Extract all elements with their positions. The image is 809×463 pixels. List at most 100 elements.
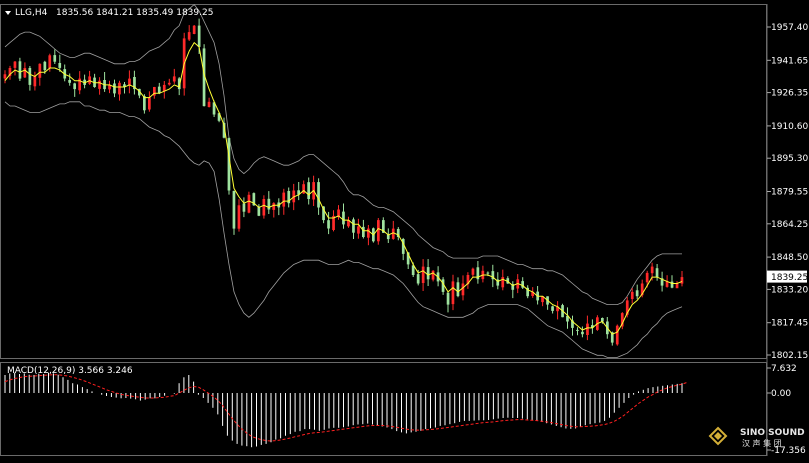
price-axis: 1957.40 1941.65 1926.35 1910.60 1895.30 1879.… — [767, 23, 808, 361]
macd-panel-border — [0, 362, 767, 456]
candle-body — [367, 228, 370, 238]
candle-body — [670, 281, 674, 288]
candle-body — [237, 205, 241, 229]
candle-body — [167, 82, 171, 85]
candle-body — [282, 192, 286, 207]
candle-body — [28, 68, 32, 85]
candle-body — [680, 277, 684, 284]
macd-tick-label: 0.00 — [771, 389, 791, 399]
signal-line — [4, 374, 687, 442]
price-tick-label: 1802.15 — [771, 351, 808, 361]
current-price-tag: 1839.25 — [767, 270, 808, 283]
candle-body — [143, 96, 146, 111]
price-panel-border — [0, 4, 767, 359]
price-tick-label: 1941.65 — [771, 56, 808, 66]
candle-body — [197, 25, 201, 47]
symbol-dropdown-icon[interactable] — [5, 11, 11, 15]
price-tick-label: 1833.20 — [771, 285, 808, 295]
candle-body — [98, 80, 101, 89]
candle-body — [118, 82, 121, 95]
candle-body — [431, 270, 435, 280]
candle-body — [456, 282, 460, 297]
candle-body — [38, 63, 42, 78]
candle-body — [581, 331, 584, 335]
candle-body — [461, 283, 465, 296]
candle-body — [272, 203, 276, 210]
candle-body — [48, 55, 52, 69]
candle-body — [247, 194, 251, 213]
candle-body — [68, 80, 71, 83]
candle-body — [501, 277, 505, 288]
symbol-label: LLG,H4 — [15, 8, 48, 18]
price-tick-label: 1957.40 — [771, 23, 808, 33]
candle-body — [486, 272, 490, 274]
candle-body — [645, 272, 649, 283]
candle-body — [33, 76, 37, 87]
candle-body — [416, 274, 420, 284]
candle-body — [3, 74, 7, 79]
candle-body — [451, 281, 455, 305]
price-tick-label: 1817.45 — [771, 319, 808, 329]
candle-body — [471, 268, 475, 275]
chart-terminal: 1957.40 1941.65 1926.35 1910.60 1895.30 1879.… — [0, 0, 809, 459]
chart-svg: 1957.40 1941.65 1926.35 1910.60 1895.30 1879.… — [0, 4, 808, 456]
candle-body — [23, 68, 27, 78]
candle-body — [650, 266, 654, 274]
candle-body — [635, 290, 639, 297]
bb-lower-line — [4, 101, 683, 358]
candle-body — [172, 76, 176, 82]
bb-upper-line — [4, 4, 682, 306]
candle-body — [317, 182, 320, 208]
candle-body — [576, 329, 579, 331]
candle-body — [13, 61, 17, 68]
bollinger-bands — [4, 4, 683, 358]
macd-label: MACD(12,26,9) 3.566 3.246 — [7, 366, 133, 376]
candle-body — [655, 268, 659, 278]
candle-body — [421, 266, 425, 283]
candle-body — [232, 190, 236, 229]
candle-body — [586, 323, 589, 335]
sino-sound-logo: SINO SOUND 汉 声 集 团 — [708, 426, 805, 448]
candle-body — [113, 83, 116, 94]
price-tick-label: 1926.35 — [771, 89, 808, 99]
watermark-brand: SINO SOUND — [740, 428, 805, 438]
candle-body — [615, 325, 619, 345]
candle-body — [207, 101, 211, 107]
candle-body — [377, 220, 380, 242]
candle-body — [192, 25, 196, 34]
candle-body — [43, 61, 47, 71]
macd-tick-label: 7.632 — [771, 364, 797, 374]
candle-body — [157, 86, 161, 94]
candle-body — [675, 283, 679, 289]
watermark-sub: 汉 声 集 团 — [742, 438, 782, 448]
candle-body — [357, 226, 360, 234]
macd-signal — [4, 374, 687, 442]
candle-body — [18, 61, 22, 79]
candle-body — [58, 63, 62, 68]
candle-body — [630, 291, 634, 299]
candle-body — [426, 267, 430, 280]
candle-body — [53, 55, 57, 62]
candle-body — [551, 306, 554, 311]
candle-body — [307, 182, 310, 199]
candle-body — [88, 76, 91, 84]
candle-body — [148, 97, 151, 110]
price-tick-label: 1879.55 — [771, 188, 808, 198]
current-price-value: 1839.25 — [771, 273, 808, 283]
price-tick-label: 1848.50 — [771, 253, 808, 263]
candle-body — [242, 203, 246, 212]
candle-body — [257, 206, 261, 216]
candle-body — [446, 292, 450, 305]
price-tick-label: 1895.30 — [771, 154, 808, 164]
price-tick-label: 1910.60 — [771, 122, 808, 132]
macd-histogram — [4, 372, 683, 448]
candle-body — [601, 318, 604, 322]
candle-body — [187, 32, 191, 40]
candle-body — [302, 184, 305, 194]
candle-body — [352, 219, 355, 233]
candle-body — [327, 220, 330, 229]
candle-body — [262, 199, 266, 216]
candle-body — [73, 83, 76, 90]
ohlc-label: 1835.56 1841.21 1835.49 1839.25 — [56, 8, 213, 18]
candle-body — [342, 211, 345, 225]
